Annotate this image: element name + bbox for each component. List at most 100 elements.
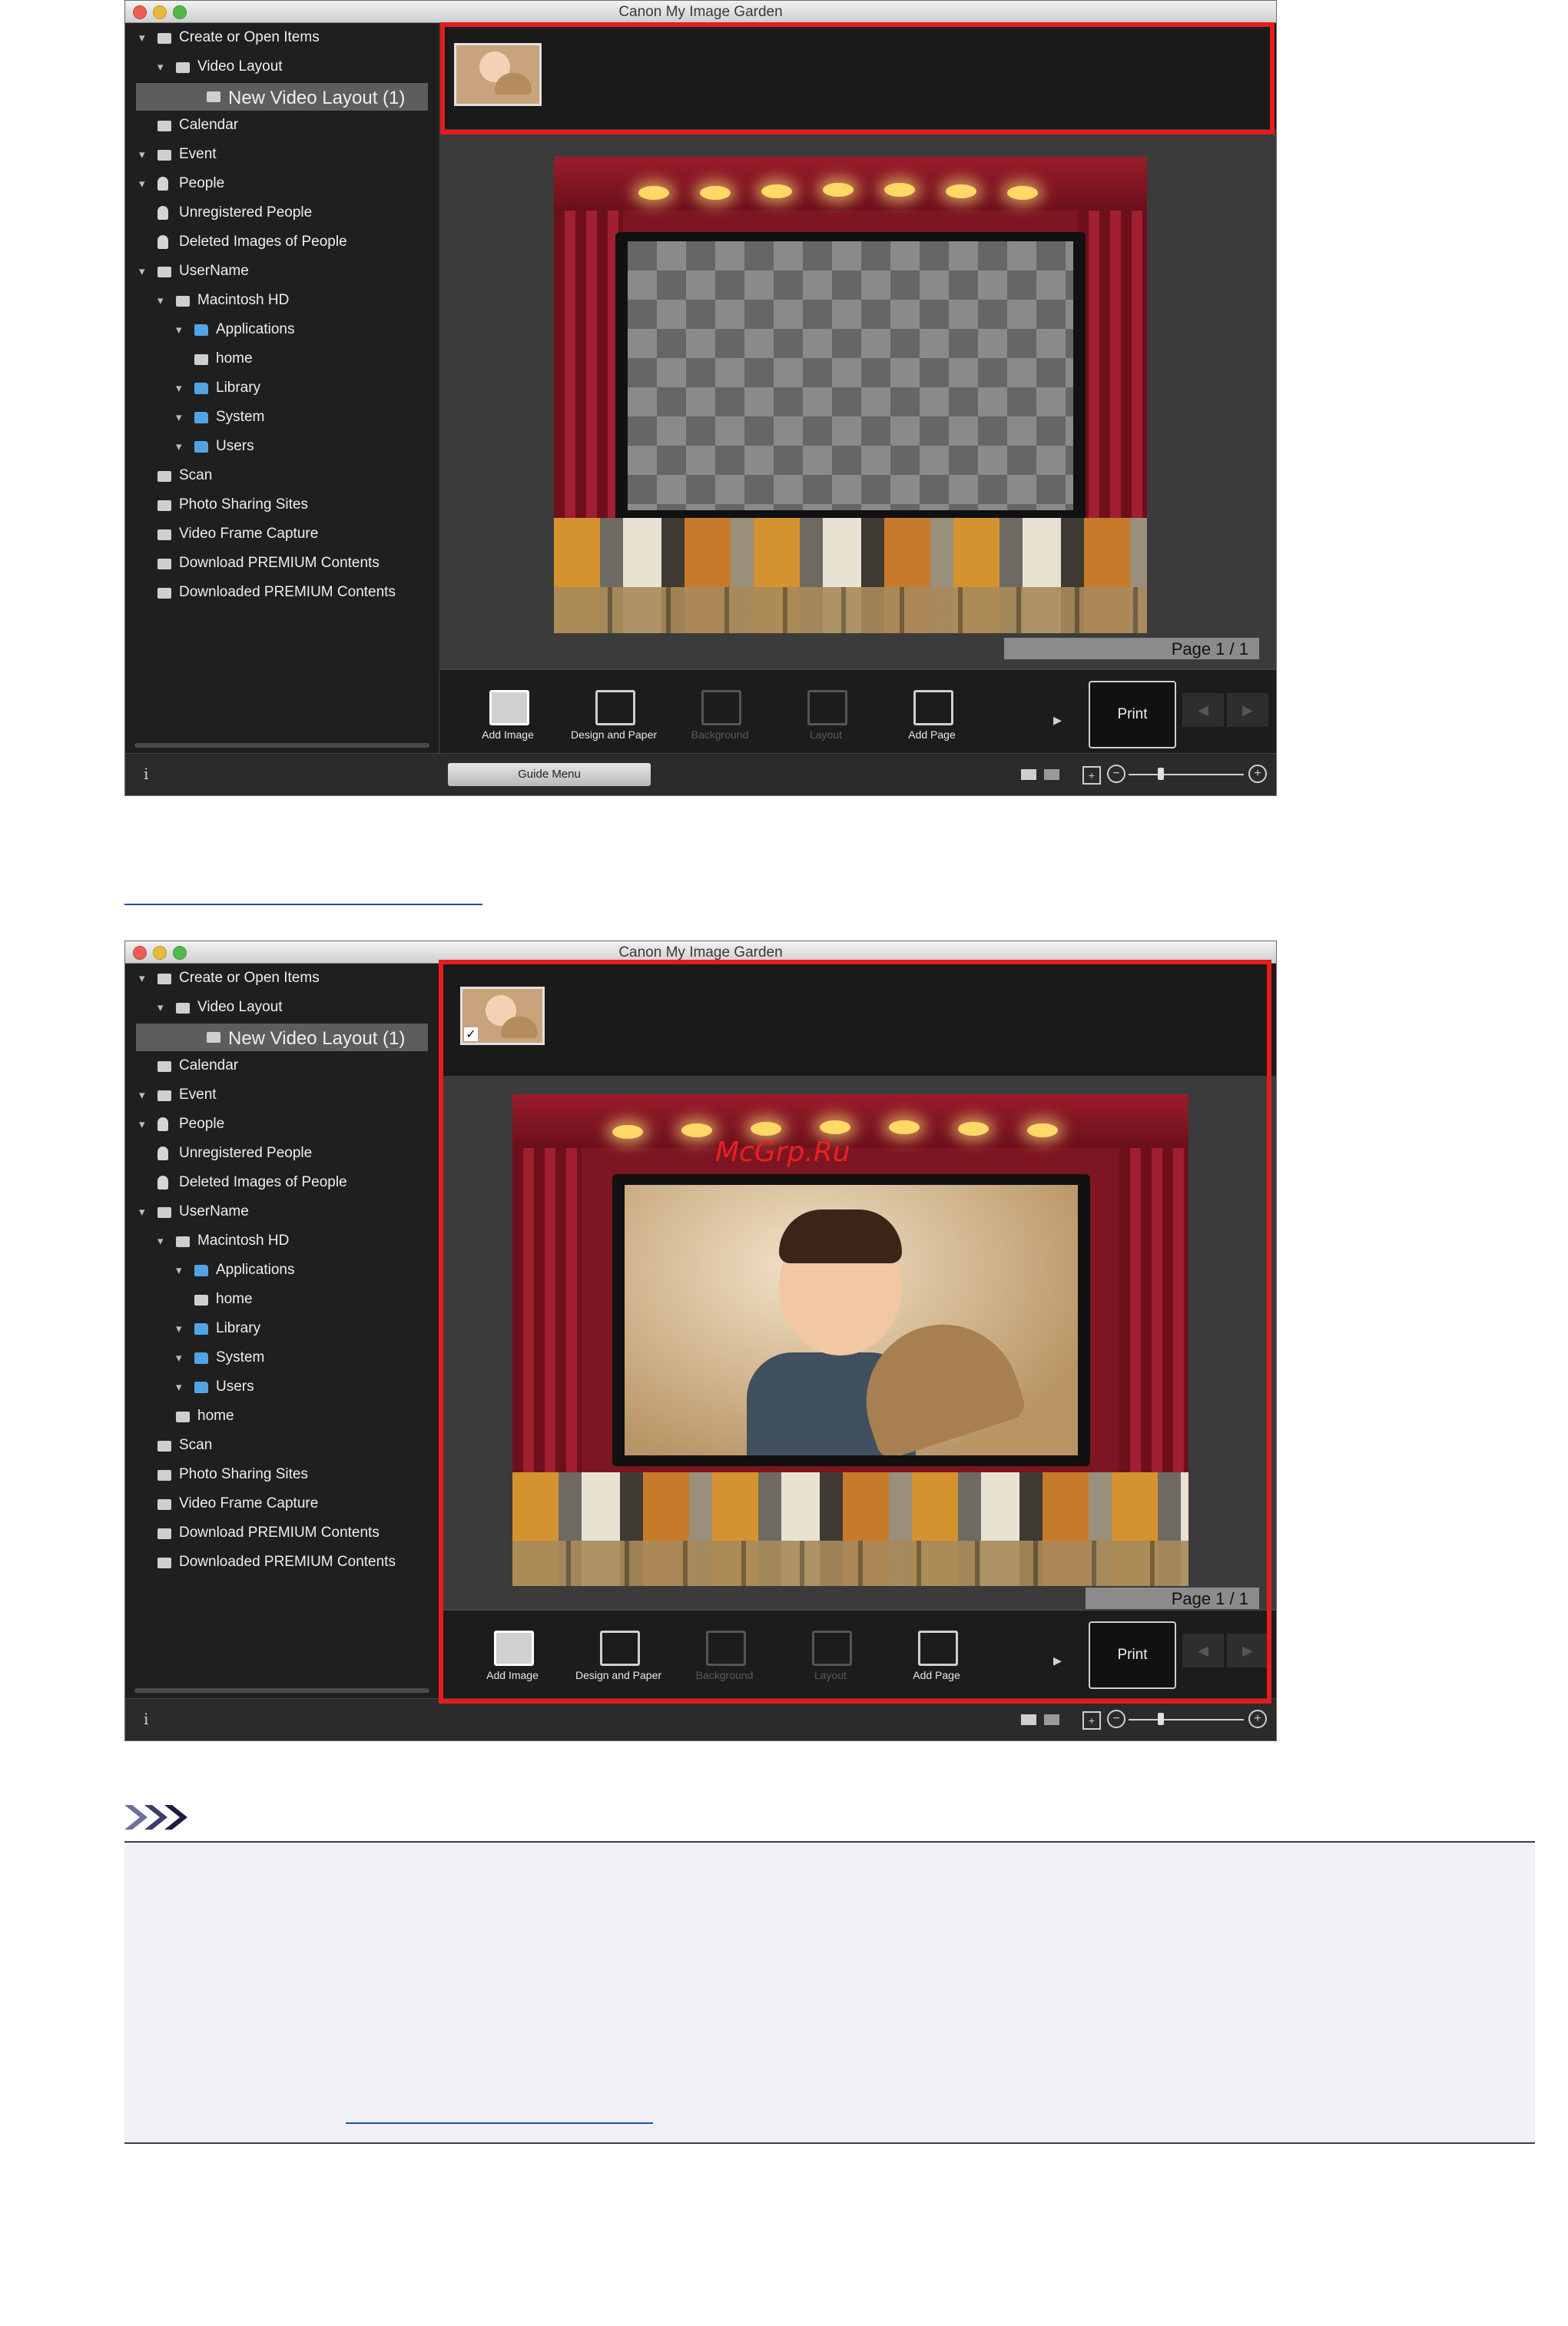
info-icon[interactable]: i bbox=[144, 765, 148, 783]
sidebar-item[interactable]: Photo Sharing Sites bbox=[125, 1462, 433, 1489]
sidebar-item[interactable]: Video Frame Capture bbox=[125, 1491, 433, 1518]
disclosure-triangle-icon[interactable]: ▾ bbox=[176, 1351, 182, 1365]
disclosure-triangle-icon[interactable]: ▾ bbox=[157, 1234, 164, 1248]
sidebar-scrollbar[interactable] bbox=[134, 743, 429, 748]
sidebar-item[interactable]: ▾ Macintosh HD bbox=[125, 287, 433, 315]
add-image-button[interactable]: Add Image bbox=[462, 684, 554, 761]
sidebar-item[interactable]: Downloaded PREMIUM Contents bbox=[125, 1549, 433, 1577]
sidebar-item[interactable]: Calendar bbox=[125, 1053, 433, 1080]
sidebar-item[interactable]: ▾ People bbox=[125, 1111, 433, 1139]
theater-design[interactable] bbox=[554, 157, 1147, 633]
sidebar-item[interactable]: Unregistered People bbox=[125, 200, 433, 227]
zoom-out-icon[interactable]: − bbox=[1107, 1710, 1125, 1728]
sidebar-item[interactable]: Scan bbox=[125, 1432, 433, 1460]
background-button[interactable]: Background bbox=[674, 684, 766, 761]
disclosure-triangle-icon[interactable]: ▾ bbox=[157, 1000, 164, 1014]
sidebar-item[interactable]: Photo Sharing Sites bbox=[125, 492, 433, 519]
sidebar-item[interactable]: home bbox=[125, 346, 433, 373]
sidebar-item[interactable]: Deleted Images of People bbox=[125, 1170, 433, 1197]
sidebar-item[interactable]: Scan bbox=[125, 463, 433, 490]
disclosure-triangle-icon[interactable]: ▾ bbox=[176, 1380, 182, 1394]
fit-view-icon[interactable]: + bbox=[1082, 766, 1101, 785]
disclosure-triangle-icon[interactable]: ▾ bbox=[139, 1205, 145, 1219]
expand-toolbar-icon[interactable]: ▸ bbox=[1053, 710, 1062, 730]
view-thumbnail-icon[interactable] bbox=[1044, 1714, 1059, 1725]
sidebar-item[interactable]: ▾ System bbox=[125, 404, 433, 432]
empty-image-frame[interactable] bbox=[628, 241, 1073, 510]
sidebar-item[interactable]: ▾ Applications bbox=[125, 317, 433, 344]
sidebar-item[interactable]: ▾ Users bbox=[125, 433, 433, 461]
disclosure-triangle-icon[interactable]: ▾ bbox=[139, 177, 145, 191]
zoom-slider[interactable] bbox=[1129, 1719, 1244, 1720]
disclosure-triangle-icon[interactable]: ▾ bbox=[139, 264, 145, 278]
add-image-button[interactable]: Add Image bbox=[466, 1624, 559, 1701]
sidebar-item[interactable]: Unregistered People bbox=[125, 1140, 433, 1168]
sidebar-item[interactable]: ▾ Event bbox=[125, 141, 433, 169]
sidebar-item[interactable]: home bbox=[125, 1403, 433, 1431]
sidebar-item[interactable]: home bbox=[125, 1286, 433, 1314]
sidebar-item[interactable]: ▾ Create or Open Items bbox=[125, 25, 433, 52]
add-page-button[interactable]: Add Page bbox=[890, 1624, 983, 1701]
disclosure-triangle-icon[interactable]: ▾ bbox=[176, 440, 182, 453]
prev-page-icon[interactable]: ◀ bbox=[1182, 1634, 1224, 1667]
sidebar-item[interactable]: ▾ Video Layout bbox=[125, 994, 433, 1022]
sidebar-item[interactable]: Download PREMIUM Contents bbox=[125, 550, 433, 578]
zoom-in-icon[interactable]: + bbox=[1248, 1710, 1267, 1728]
sidebar-item[interactable]: New Video Layout (1) bbox=[136, 1024, 428, 1051]
design-and-paper-button[interactable]: Design and Paper bbox=[572, 1624, 665, 1701]
prev-page-icon[interactable]: ◀ bbox=[1182, 693, 1224, 727]
sidebar-item[interactable]: ▾ UserName bbox=[125, 1199, 433, 1226]
sidebar-item[interactable]: ▾ System bbox=[125, 1345, 433, 1372]
sidebar-item[interactable]: ▾ Event bbox=[125, 1082, 433, 1110]
background-button[interactable]: Background bbox=[678, 1624, 771, 1701]
info-icon[interactable]: i bbox=[144, 1710, 148, 1728]
disclosure-triangle-icon[interactable]: ▾ bbox=[139, 1088, 145, 1102]
disclosure-triangle-icon[interactable]: ▾ bbox=[157, 60, 164, 74]
checkmark-icon[interactable]: ✓ bbox=[464, 1027, 478, 1041]
sidebar-item[interactable]: Downloaded PREMIUM Contents bbox=[125, 579, 433, 607]
view-thumbnail-icon[interactable] bbox=[1044, 769, 1059, 780]
sidebar-item[interactable]: ▾ Macintosh HD bbox=[125, 1228, 433, 1256]
next-page-icon[interactable]: ▶ bbox=[1227, 1634, 1268, 1667]
layout-button[interactable]: Layout bbox=[784, 1624, 877, 1701]
disclosure-triangle-icon[interactable]: ▾ bbox=[176, 1322, 182, 1336]
document-link[interactable] bbox=[124, 904, 482, 905]
zoom-slider-knob[interactable] bbox=[1158, 1713, 1164, 1725]
disclosure-triangle-icon[interactable]: ▾ bbox=[176, 381, 182, 395]
zoom-slider-knob[interactable] bbox=[1158, 768, 1164, 780]
sidebar-item[interactable]: ▾ Video Layout bbox=[125, 54, 433, 81]
view-detail-icon[interactable] bbox=[1021, 1714, 1036, 1725]
zoom-slider[interactable] bbox=[1129, 774, 1244, 775]
disclosure-triangle-icon[interactable]: ▾ bbox=[139, 31, 145, 45]
disclosure-triangle-icon[interactable]: ▾ bbox=[139, 971, 145, 985]
theater-design[interactable] bbox=[512, 1094, 1188, 1586]
view-detail-icon[interactable] bbox=[1021, 769, 1036, 780]
next-page-icon[interactable]: ▶ bbox=[1227, 693, 1268, 727]
fit-view-icon[interactable]: + bbox=[1082, 1711, 1101, 1730]
sidebar-item[interactable]: Video Frame Capture bbox=[125, 521, 433, 549]
disclosure-triangle-icon[interactable]: ▾ bbox=[176, 323, 182, 337]
photo-thumbnail[interactable] bbox=[454, 43, 542, 106]
zoom-in-icon[interactable]: + bbox=[1248, 765, 1267, 783]
disclosure-triangle-icon[interactable]: ▾ bbox=[139, 148, 145, 161]
sidebar-item[interactable]: ▾ People bbox=[125, 171, 433, 198]
sidebar-item[interactable]: ▾ Applications bbox=[125, 1257, 433, 1285]
note-link[interactable] bbox=[346, 2122, 653, 2124]
photo-thumbnail[interactable]: ✓ bbox=[460, 987, 545, 1045]
sidebar-item[interactable]: ▾ UserName bbox=[125, 258, 433, 286]
disclosure-triangle-icon[interactable]: ▾ bbox=[157, 294, 164, 307]
sidebar-item[interactable]: Deleted Images of People bbox=[125, 229, 433, 257]
layout-button[interactable]: Layout bbox=[780, 684, 872, 761]
design-and-paper-button[interactable]: Design and Paper bbox=[568, 684, 660, 761]
print-button[interactable]: Print bbox=[1089, 681, 1176, 748]
placed-photo[interactable] bbox=[625, 1185, 1078, 1455]
sidebar-item[interactable]: ▾ Library bbox=[125, 1316, 433, 1343]
guide-menu-button[interactable]: Guide Menu bbox=[448, 763, 651, 786]
sidebar-item[interactable]: ▾ Users bbox=[125, 1374, 433, 1402]
sidebar-item[interactable]: New Video Layout (1) bbox=[136, 83, 428, 111]
disclosure-triangle-icon[interactable]: ▾ bbox=[139, 1117, 145, 1131]
sidebar-item[interactable]: ▾ Create or Open Items bbox=[125, 965, 433, 993]
zoom-out-icon[interactable]: − bbox=[1107, 765, 1125, 783]
sidebar-item[interactable]: ▾ Library bbox=[125, 375, 433, 403]
sidebar-scrollbar[interactable] bbox=[134, 1688, 429, 1693]
